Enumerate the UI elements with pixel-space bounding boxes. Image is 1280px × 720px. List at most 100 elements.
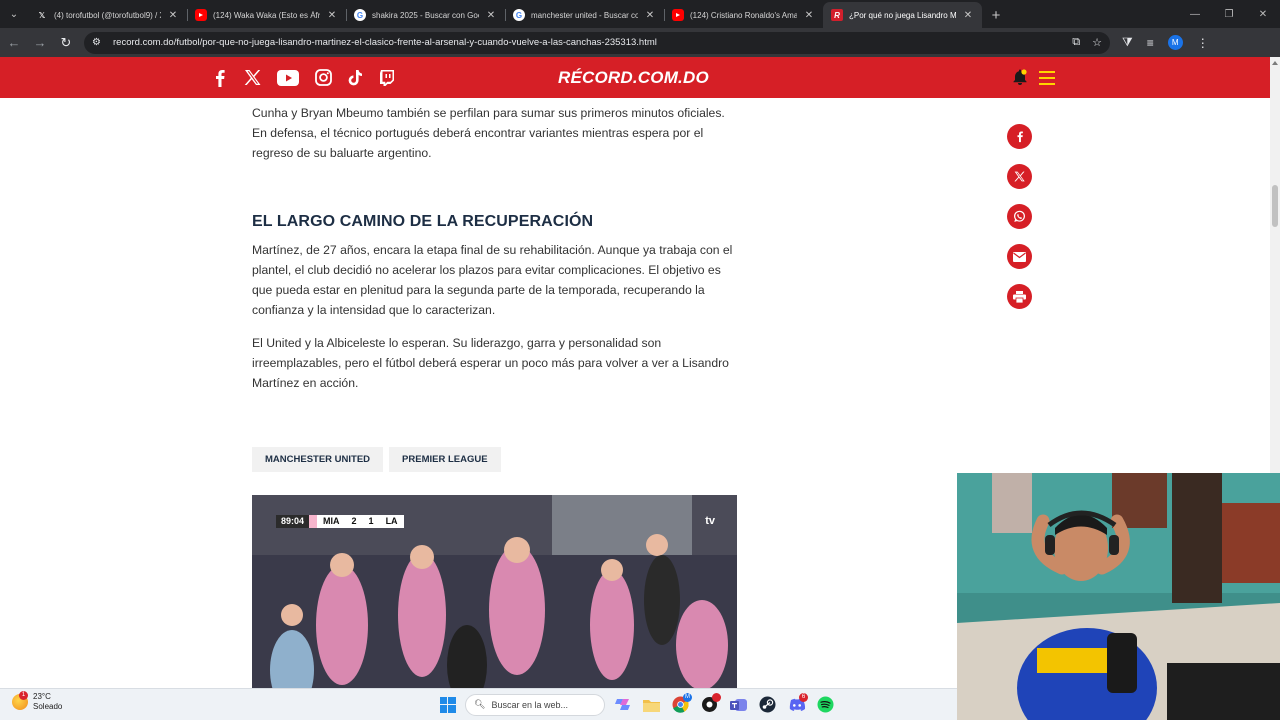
app-icon[interactable] [698, 693, 721, 716]
instagram-icon[interactable] [315, 69, 332, 86]
weather-badge: 1 [19, 691, 28, 700]
facebook-share-icon[interactable] [1007, 124, 1032, 149]
browser-tab-strip: ⌄ 𝕏 (4) torofutbol (@torofutbol9) / X ✕ … [0, 0, 1280, 28]
restore-icon[interactable]: ❐ [1212, 9, 1246, 20]
window-controls: — ❐ ✕ [1178, 0, 1280, 28]
tiktok-icon[interactable] [348, 69, 363, 86]
bookmark-star-icon[interactable]: ☆ [1092, 36, 1102, 49]
search-icon: 🔍︎ [474, 699, 486, 709]
browser-tab[interactable]: (124) Waka Waka (Esto es África) ✕ [187, 2, 346, 28]
google-icon: G [513, 9, 525, 21]
site-header: RÉCORD.COM.DO [0, 57, 1270, 98]
taskbar-search[interactable]: 🔍︎ Buscar en la web... [465, 693, 605, 716]
browser-toolbar: ← → ↻ ⚙ record.com.do/futbol/por-que-no-… [0, 28, 1280, 57]
menu-hamburger-icon[interactable] [1039, 71, 1055, 89]
x-icon[interactable] [244, 69, 261, 86]
notification-badge [712, 693, 721, 702]
steam-icon[interactable] [756, 693, 779, 716]
match-clock: 89:04 [276, 515, 310, 528]
address-bar[interactable]: ⚙ record.com.do/futbol/por-que-no-juega-… [84, 31, 1110, 54]
url-text[interactable]: record.com.do/futbol/por-que-no-juega-li… [113, 37, 1072, 48]
article-paragraph: Martínez, de 27 años, encara la etapa fi… [252, 243, 733, 317]
streamer-webcam-feed [957, 473, 1280, 720]
minimize-icon[interactable]: — [1178, 9, 1212, 20]
twitch-icon[interactable] [379, 69, 395, 86]
x-share-icon[interactable] [1007, 164, 1032, 189]
webcam-overlay [957, 473, 1280, 720]
close-icon[interactable]: ✕ [167, 10, 179, 21]
print-share-icon[interactable] [1007, 284, 1032, 309]
browser-tab[interactable]: G shakira 2025 - Buscar con Google ✕ [346, 2, 505, 28]
notification-bell-icon[interactable] [1012, 69, 1028, 86]
browser-tab[interactable]: 𝕏 (4) torofutbol (@torofutbol9) / X ✕ [28, 2, 187, 28]
home-team: MIA [317, 515, 346, 528]
start-button[interactable] [436, 693, 459, 716]
site-logo[interactable]: RÉCORD.COM.DO [558, 68, 709, 88]
weather-widget[interactable]: 1 23°C Soleado [12, 691, 63, 712]
article-paragraph: El United y la Albiceleste lo esperan. S… [252, 336, 729, 390]
new-tab-button[interactable]: + [982, 2, 1010, 28]
scroll-up-arrow-icon[interactable] [1272, 61, 1278, 65]
chrome-icon[interactable]: M [669, 693, 692, 716]
discord-badge: 6 [799, 693, 808, 702]
file-explorer-icon[interactable] [640, 693, 663, 716]
whatsapp-share-icon[interactable] [1007, 204, 1032, 229]
weather-condition: Soleado [33, 702, 63, 711]
away-team: LA [379, 515, 404, 528]
close-icon[interactable]: ✕ [962, 10, 974, 21]
scrollbar-thumb[interactable] [1272, 185, 1278, 227]
browser-tab[interactable]: G manchester united - Buscar con Google … [505, 2, 664, 28]
email-share-icon[interactable] [1007, 244, 1032, 269]
youtube-icon[interactable] [277, 69, 299, 86]
video-player[interactable]: 89:04 MIA 2 1 LA tv [252, 495, 737, 688]
social-links [212, 57, 395, 98]
x-icon: 𝕏 [38, 10, 46, 20]
discord-icon[interactable]: 6 [785, 693, 808, 716]
scorebug: 89:04 MIA 2 1 LA [276, 515, 404, 528]
menu-kebab-icon[interactable]: ⋮ [1197, 36, 1209, 50]
network-label: tv [705, 515, 715, 527]
tag-premier-league[interactable]: PREMIER LEAGUE [389, 447, 501, 472]
article-subheading: EL LARGO CAMINO DE LA RECUPERACIÓN [252, 213, 594, 230]
site-info-icon[interactable]: ⚙ [92, 37, 106, 48]
team-color-chip [309, 515, 318, 528]
record-icon: R [831, 9, 843, 21]
facebook-icon[interactable] [212, 69, 228, 87]
close-icon[interactable]: ✕ [803, 10, 815, 21]
browser-tab-active[interactable]: R ¿Por qué no juega Lisandro Martínez ✕ [823, 2, 982, 28]
apple-tv-logo: tv [705, 515, 715, 527]
close-icon[interactable]: ✕ [485, 10, 497, 21]
close-window-icon[interactable]: ✕ [1246, 9, 1280, 20]
youtube-icon [672, 9, 684, 21]
extensions-icon[interactable]: ⧩ [1122, 35, 1133, 50]
article-tags: MANCHESTER UNITED PREMIER LEAGUE [252, 447, 501, 472]
tab-title: ¿Por qué no juega Lisandro Martínez [849, 10, 956, 20]
tab-title: shakira 2025 - Buscar con Google [372, 10, 479, 20]
search-placeholder: Buscar en la web... [491, 699, 568, 710]
article-paragraph: Cunha y Bryan Mbeumo también se perfilan… [252, 106, 725, 160]
tab-title: (4) torofutbol (@torofutbol9) / X [54, 10, 161, 20]
reading-list-icon[interactable]: ≡ [1147, 36, 1154, 50]
tab-search-icon[interactable]: ⌄ [0, 0, 28, 28]
share-bar [1007, 124, 1032, 324]
close-icon[interactable]: ✕ [326, 10, 338, 21]
spotify-icon[interactable] [814, 693, 837, 716]
back-icon[interactable]: ← [2, 31, 26, 55]
youtube-icon [195, 9, 207, 21]
teams-icon[interactable] [727, 693, 750, 716]
tab-title: manchester united - Buscar con Google [531, 10, 638, 20]
copilot-icon[interactable] [611, 693, 634, 716]
windows-logo-icon [439, 696, 456, 713]
install-app-icon[interactable]: ⧉ [1072, 36, 1080, 49]
away-score: 1 [362, 515, 380, 528]
tab-title: (124) Cristiano Ronaldo's Amazing [690, 10, 797, 20]
forward-icon[interactable]: → [28, 31, 52, 55]
tag-manchester-united[interactable]: MANCHESTER UNITED [252, 447, 384, 472]
close-icon[interactable]: ✕ [644, 10, 656, 21]
sun-icon: 1 [12, 691, 28, 710]
reload-icon[interactable]: ↻ [54, 31, 78, 55]
chrome-profile-badge: M [683, 693, 692, 702]
profile-avatar[interactable]: M [1167, 35, 1183, 50]
home-score: 2 [345, 515, 363, 528]
browser-tab[interactable]: (124) Cristiano Ronaldo's Amazing ✕ [664, 2, 823, 28]
